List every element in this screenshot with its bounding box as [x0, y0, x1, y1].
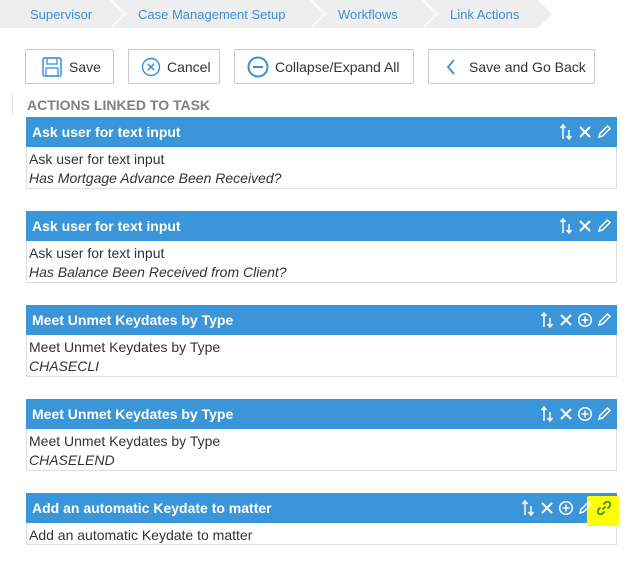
- reorder-icon[interactable]: [557, 123, 575, 141]
- breadcrumb-label: Supervisor: [30, 6, 93, 22]
- action-title: Add an automatic Keydate to matter: [32, 500, 272, 516]
- action-card-header[interactable]: Meet Unmet Keydates by Type: [26, 305, 617, 335]
- edit-icon[interactable]: [576, 499, 594, 517]
- action-detail: Has Balance Been Received from Client?: [29, 264, 287, 280]
- delete-icon[interactable]: [576, 123, 594, 141]
- add-icon[interactable]: [557, 499, 575, 517]
- reorder-icon[interactable]: [519, 499, 537, 517]
- action-name: Meet Unmet Keydates by Type: [29, 433, 221, 449]
- action-card-header[interactable]: Ask user for text input: [26, 117, 617, 147]
- breadcrumb-case-management-setup[interactable]: Case Management Setup: [112, 0, 326, 28]
- action-card-body: Ask user for text input Has Mortgage Adv…: [26, 147, 617, 189]
- edit-icon[interactable]: [595, 123, 613, 141]
- action-card-header[interactable]: Add an automatic Keydate to matter: [26, 493, 619, 526]
- edit-icon[interactable]: [595, 311, 613, 329]
- breadcrumb-workflows[interactable]: Workflows: [312, 0, 438, 28]
- breadcrumb-label: Case Management Setup: [138, 6, 286, 22]
- action-detail: CHASECLI: [29, 358, 100, 374]
- breadcrumb: Supervisor Case Management Setup Workflo…: [0, 0, 637, 28]
- save-icon: [41, 56, 63, 78]
- cancel-button[interactable]: Cancel: [128, 49, 220, 84]
- save-button[interactable]: Save: [25, 49, 114, 84]
- collapse-expand-button[interactable]: Collapse/Expand All: [234, 49, 414, 84]
- action-title: Ask user for text input: [32, 124, 181, 140]
- breadcrumb-supervisor[interactable]: Supervisor: [0, 0, 126, 28]
- minus-circle-icon: [247, 56, 269, 78]
- chevron-left-icon: [445, 58, 457, 76]
- action-name: Meet Unmet Keydates by Type: [29, 339, 221, 355]
- breadcrumb-label: Workflows: [338, 6, 398, 22]
- action-card: Add an automatic Keydate to matter Add a…: [26, 493, 619, 545]
- save-label: Save: [69, 58, 101, 75]
- add-icon[interactable]: [576, 311, 594, 329]
- breadcrumb-link-actions[interactable]: Link Actions: [424, 0, 554, 28]
- delete-icon[interactable]: [557, 311, 575, 329]
- action-name: Ask user for text input: [29, 151, 165, 167]
- action-card-body: Add an automatic Keydate to matter: [26, 523, 617, 545]
- save-and-go-back-label: Save and Go Back: [469, 58, 586, 75]
- add-icon[interactable]: [576, 405, 594, 423]
- breadcrumb-label: Link Actions: [450, 6, 520, 22]
- link-icon[interactable]: [595, 499, 613, 517]
- edit-icon[interactable]: [595, 405, 613, 423]
- delete-icon[interactable]: [557, 405, 575, 423]
- section-divider: [12, 95, 13, 115]
- cancel-icon: [141, 57, 161, 77]
- action-title: Meet Unmet Keydates by Type: [32, 312, 234, 328]
- action-detail: CHASELEND: [29, 452, 115, 468]
- action-title: Meet Unmet Keydates by Type: [32, 406, 234, 422]
- action-title: Ask user for text input: [32, 218, 181, 234]
- edit-icon[interactable]: [595, 217, 613, 235]
- action-card: Ask user for text input Ask user for tex…: [26, 211, 617, 283]
- section-title: ACTIONS LINKED TO TASK: [27, 97, 211, 113]
- collapse-expand-label: Collapse/Expand All: [275, 58, 400, 75]
- action-card-header[interactable]: Ask user for text input: [26, 211, 617, 241]
- highlighted-icons: [575, 496, 619, 526]
- cancel-label: Cancel: [167, 58, 211, 75]
- action-card: Meet Unmet Keydates by Type Meet Unmet K…: [26, 305, 617, 377]
- action-name: Add an automatic Keydate to matter: [29, 527, 253, 543]
- save-and-go-back-button[interactable]: Save and Go Back: [428, 49, 595, 84]
- action-card: Ask user for text input Ask user for tex…: [26, 117, 617, 189]
- action-card-body: Ask user for text input Has Balance Been…: [26, 241, 617, 283]
- delete-icon[interactable]: [576, 217, 594, 235]
- action-card-header[interactable]: Meet Unmet Keydates by Type: [26, 399, 617, 429]
- delete-icon[interactable]: [538, 499, 556, 517]
- action-card-body: Meet Unmet Keydates by Type CHASELEND: [26, 429, 617, 471]
- action-card: Meet Unmet Keydates by Type Meet Unmet K…: [26, 399, 617, 471]
- action-card-body: Meet Unmet Keydates by Type CHASECLI: [26, 335, 617, 377]
- action-detail: Has Mortgage Advance Been Received?: [29, 170, 282, 186]
- reorder-icon[interactable]: [538, 311, 556, 329]
- reorder-icon[interactable]: [538, 405, 556, 423]
- action-name: Ask user for text input: [29, 245, 165, 261]
- reorder-icon[interactable]: [557, 217, 575, 235]
